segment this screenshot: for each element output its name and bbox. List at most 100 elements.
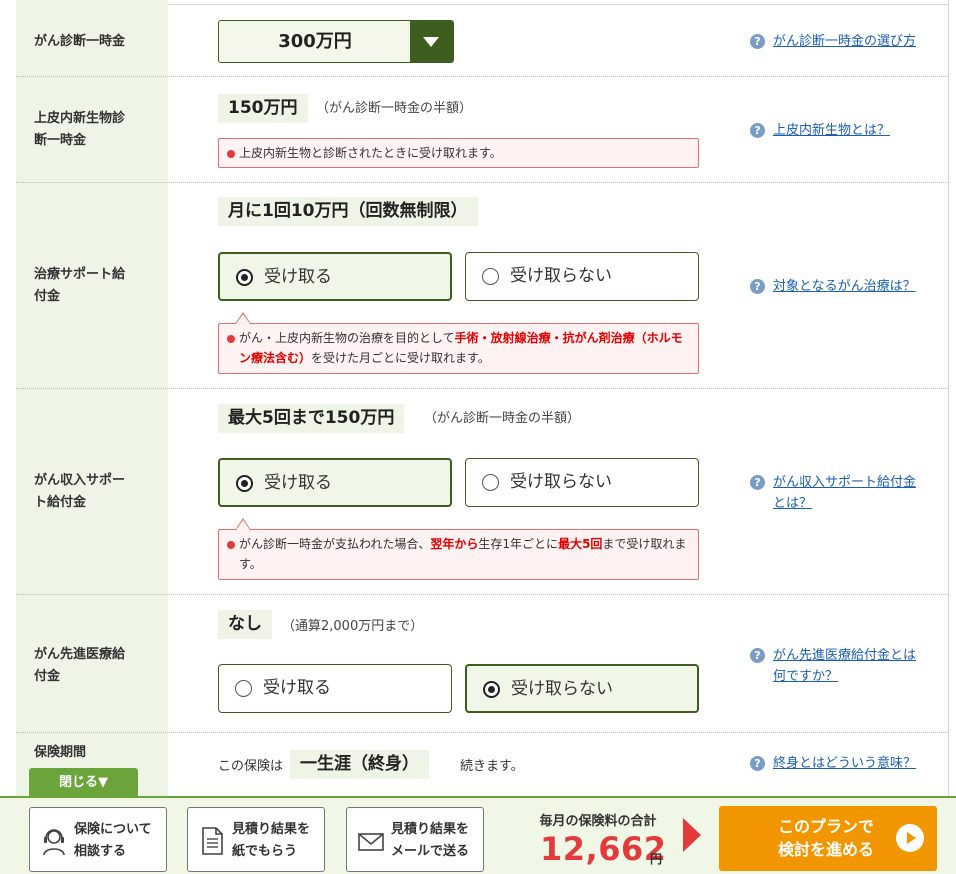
mail-line1: 見積り結果を xyxy=(391,822,470,837)
advanced-receive-label: 受け取る xyxy=(263,678,331,698)
advanced-help-link[interactable]: がん先進医療給付金とは 何ですか？ xyxy=(773,645,930,687)
income-decline-label: 受け取らない xyxy=(510,472,612,492)
income-help-line1: がん収入サポート給付金 xyxy=(773,475,917,490)
radio-checked-icon xyxy=(483,681,500,698)
treatment-help[interactable]: ? 対象となるがん治療は？ xyxy=(750,276,930,297)
income-help-link[interactable]: がん収入サポート給付金 とは？ xyxy=(773,472,930,514)
monthly-total-value: 12,662 xyxy=(540,830,667,868)
row-divider xyxy=(16,732,948,733)
treatment-label-line2: 付金 xyxy=(34,289,61,304)
treatment-decline-label: 受け取らない xyxy=(510,266,612,286)
treatment-alert-text1: がん・上皮内新生物の治療を目的として xyxy=(239,331,455,345)
alert-pointer xyxy=(235,312,251,324)
income-receive-label: 受け取る xyxy=(264,473,332,493)
dropdown-arrow-icon[interactable] xyxy=(410,21,453,62)
income-label: がん収入サポー ト給付金 xyxy=(34,470,150,514)
treatment-amount: 月に1回10万円（回数無制限） xyxy=(218,197,478,226)
play-circle-icon xyxy=(896,824,924,852)
advanced-label-line2: 付金 xyxy=(34,669,61,684)
carcinoma-help-link[interactable]: 上皮内新生物とは？ xyxy=(773,120,930,141)
advanced-receive-radio[interactable]: 受け取る xyxy=(218,664,452,713)
treatment-decline-radio[interactable]: 受け取らない xyxy=(465,252,699,301)
alert-pointer xyxy=(235,518,251,530)
advanced-decline-radio[interactable]: 受け取らない xyxy=(465,664,699,713)
period-help-link[interactable]: 終身とはどういう意味？ xyxy=(773,753,930,774)
alert-dot-icon xyxy=(227,541,235,549)
advanced-label: がん先進医療給 付金 xyxy=(34,644,150,688)
consult-label: 保険について 相談する xyxy=(74,819,152,863)
period-amount: 一生涯（終身） xyxy=(290,750,429,779)
carcinoma-note: （がん診断一時金の半額） xyxy=(316,101,473,116)
paper-line1: 見積り結果を xyxy=(232,822,311,837)
question-icon: ? xyxy=(750,475,765,490)
monthly-total: 毎月の保険料の合計 12,662 円 xyxy=(518,798,678,874)
advanced-note: （通算2,000万円まで） xyxy=(282,619,424,634)
carcinoma-label-line1: 上皮内新生物診 xyxy=(34,111,126,126)
question-icon: ? xyxy=(750,756,765,771)
mail-quote-button[interactable]: 見積り結果を メールで送る xyxy=(346,807,484,872)
cta-line1: このプランで xyxy=(777,817,874,836)
advanced-decline-label: 受け取らない xyxy=(511,679,613,699)
advanced-label-line1: がん先進医療給 xyxy=(34,647,126,662)
row-divider xyxy=(16,388,948,389)
advanced-amount: なし xyxy=(218,610,272,639)
income-help[interactable]: ? がん収入サポート給付金 とは？ xyxy=(750,472,930,514)
monthly-total-unit: 円 xyxy=(650,852,663,866)
question-icon: ? xyxy=(750,34,765,49)
document-icon xyxy=(202,827,223,855)
income-label-line2: ト給付金 xyxy=(34,495,87,510)
income-alert-highlight2: 最大5回 xyxy=(558,537,603,551)
arrow-right-icon xyxy=(683,818,701,852)
mail-quote-label: 見積り結果を メールで送る xyxy=(391,819,469,863)
carcinoma-amount: 150万円 xyxy=(218,94,308,123)
consult-button[interactable]: 保険について 相談する xyxy=(29,807,167,872)
period-text-after: 続きます。 xyxy=(460,759,524,774)
proceed-plan-label: このプランで 検討を進める xyxy=(761,815,891,861)
treatment-label-line1: 治療サポート給 xyxy=(34,267,126,282)
monthly-total-label: 毎月の保険料の合計 xyxy=(539,814,657,829)
cta-line2: 検討を進める xyxy=(777,840,874,859)
radio-unchecked-icon xyxy=(235,680,252,697)
paper-quote-label: 見積り結果を 紙でもらう xyxy=(232,819,310,863)
carcinoma-help[interactable]: ? 上皮内新生物とは？ xyxy=(750,120,930,141)
income-alert-highlight1: 翌年から xyxy=(430,537,479,551)
carcinoma-alert: 上皮内新生物と診断されたときに受け取れます。 xyxy=(218,138,699,168)
proceed-plan-button[interactable]: このプランで 検討を進める xyxy=(719,806,937,871)
row-divider xyxy=(16,76,948,77)
carcinoma-label-line2: 断一時金 xyxy=(34,133,87,148)
treatment-help-link[interactable]: 対象となるがん治療は？ xyxy=(773,276,930,297)
income-label-line1: がん収入サポー xyxy=(34,473,126,488)
radio-checked-icon xyxy=(236,475,253,492)
alert-dot-icon xyxy=(227,335,235,343)
advanced-help[interactable]: ? がん先進医療給付金とは 何ですか？ xyxy=(750,645,930,687)
treatment-label: 治療サポート給 付金 xyxy=(34,264,150,308)
diagnosis-help-link[interactable]: がん診断一時金の選び方 xyxy=(773,31,930,52)
carcinoma-alert-text: 上皮内新生物と診断されたときに受け取れます。 xyxy=(239,146,502,160)
income-alert-text2: 生存1年ごとに xyxy=(478,537,559,551)
diagnosis-help[interactable]: ? がん診断一時金の選び方 xyxy=(750,31,930,52)
carcinoma-label: 上皮内新生物診 断一時金 xyxy=(34,108,150,152)
income-decline-radio[interactable]: 受け取らない xyxy=(465,458,699,507)
period-help[interactable]: ? 終身とはどういう意味？ xyxy=(750,753,930,774)
radio-unchecked-icon xyxy=(482,268,499,285)
income-amount: 最大5回まで150万円 xyxy=(218,404,405,433)
question-icon: ? xyxy=(750,279,765,294)
top-border xyxy=(168,4,948,5)
diagnosis-select-value: 300万円 xyxy=(278,31,352,52)
period-label: 保険期間 xyxy=(34,745,87,760)
paper-quote-button[interactable]: 見積り結果を 紙でもらう xyxy=(187,807,325,872)
question-icon: ? xyxy=(750,123,765,138)
income-note: （がん診断一時金の半額） xyxy=(424,411,581,426)
consult-line1: 保険について xyxy=(74,822,152,837)
advanced-help-line1: がん先進医療給付金とは xyxy=(773,648,917,663)
radio-unchecked-icon xyxy=(482,474,499,491)
alert-dot-icon xyxy=(227,150,235,158)
treatment-receive-label: 受け取る xyxy=(264,267,332,287)
treatment-alert-text2: を受けた月ごとに受け取れます。 xyxy=(311,351,490,365)
income-receive-radio[interactable]: 受け取る xyxy=(218,458,452,507)
mail-line2: メールで送る xyxy=(391,844,470,859)
diagnosis-amount-select[interactable]: 300万円 xyxy=(218,20,454,63)
income-alert: がん診断一時金が支払われた場合、翌年から生存1年ごとに最大5回まで受け取れます。 xyxy=(218,518,699,580)
income-help-line2: とは？ xyxy=(773,496,813,511)
treatment-receive-radio[interactable]: 受け取る xyxy=(218,252,452,301)
